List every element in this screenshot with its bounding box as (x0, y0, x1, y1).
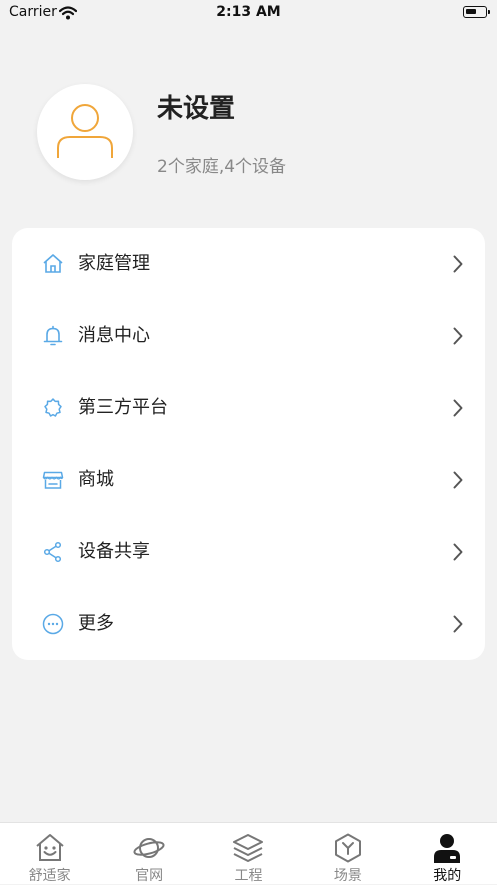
menu-item-label: 商城 (78, 469, 114, 490)
menu-item-device-sharing[interactable]: 设备共享 (12, 516, 485, 588)
chevron-right-icon (453, 471, 463, 493)
tab-label: 舒适家 (28, 868, 71, 884)
tab-label: 官网 (135, 868, 164, 884)
tab-comfort-home[interactable]: 舒适家 (0, 823, 99, 884)
gear-icon (41, 396, 65, 420)
status-time: 2:13 AM (216, 4, 281, 20)
bell-icon (41, 324, 65, 348)
menu-item-message-center[interactable]: 消息中心 (12, 300, 485, 372)
menu-item-label: 第三方平台 (78, 397, 168, 418)
tab-official-site[interactable]: 官网 (99, 823, 198, 884)
battery-icon (463, 6, 490, 18)
layers-icon (232, 832, 264, 864)
tab-scenes[interactable]: 场景 (298, 823, 397, 884)
menu-card: 家庭管理 消息中心 第三方平台 商城 设备共享 更多 (12, 228, 485, 660)
more-icon (41, 612, 65, 636)
menu-item-label: 设备共享 (78, 541, 150, 562)
chevron-right-icon (453, 615, 463, 637)
menu-item-store[interactable]: 商城 (12, 444, 485, 516)
profile-summary: 2个家庭,4个设备 (157, 157, 287, 177)
menu-item-third-party-platform[interactable]: 第三方平台 (12, 372, 485, 444)
menu-item-label: 消息中心 (78, 325, 150, 346)
user-avatar-icon (57, 104, 113, 158)
user-icon (431, 832, 463, 864)
chevron-right-icon (453, 327, 463, 349)
planet-icon (133, 832, 165, 864)
tab-engineering[interactable]: 工程 (199, 823, 298, 884)
store-icon (41, 468, 65, 492)
smiley-house-icon (34, 832, 66, 864)
chevron-right-icon (453, 543, 463, 565)
menu-item-label: 家庭管理 (78, 253, 150, 274)
profile-name[interactable]: 未设置 (157, 88, 235, 125)
hexagon-icon (332, 832, 364, 864)
tab-bar: 舒适家 官网 工程 场景 我的 (0, 822, 497, 884)
tab-label: 我的 (433, 868, 462, 884)
home-icon (41, 252, 65, 276)
menu-item-label: 更多 (78, 613, 114, 634)
chevron-right-icon (453, 255, 463, 277)
menu-item-home-management[interactable]: 家庭管理 (12, 228, 485, 300)
tab-mine[interactable]: 我的 (398, 823, 497, 884)
share-icon (41, 540, 65, 564)
status-bar: Carrier 2:13 AM (0, 0, 497, 28)
tab-label: 场景 (333, 868, 362, 884)
tab-label: 工程 (234, 868, 263, 884)
avatar[interactable] (37, 84, 133, 180)
menu-item-more[interactable]: 更多 (12, 588, 485, 660)
chevron-right-icon (453, 399, 463, 421)
